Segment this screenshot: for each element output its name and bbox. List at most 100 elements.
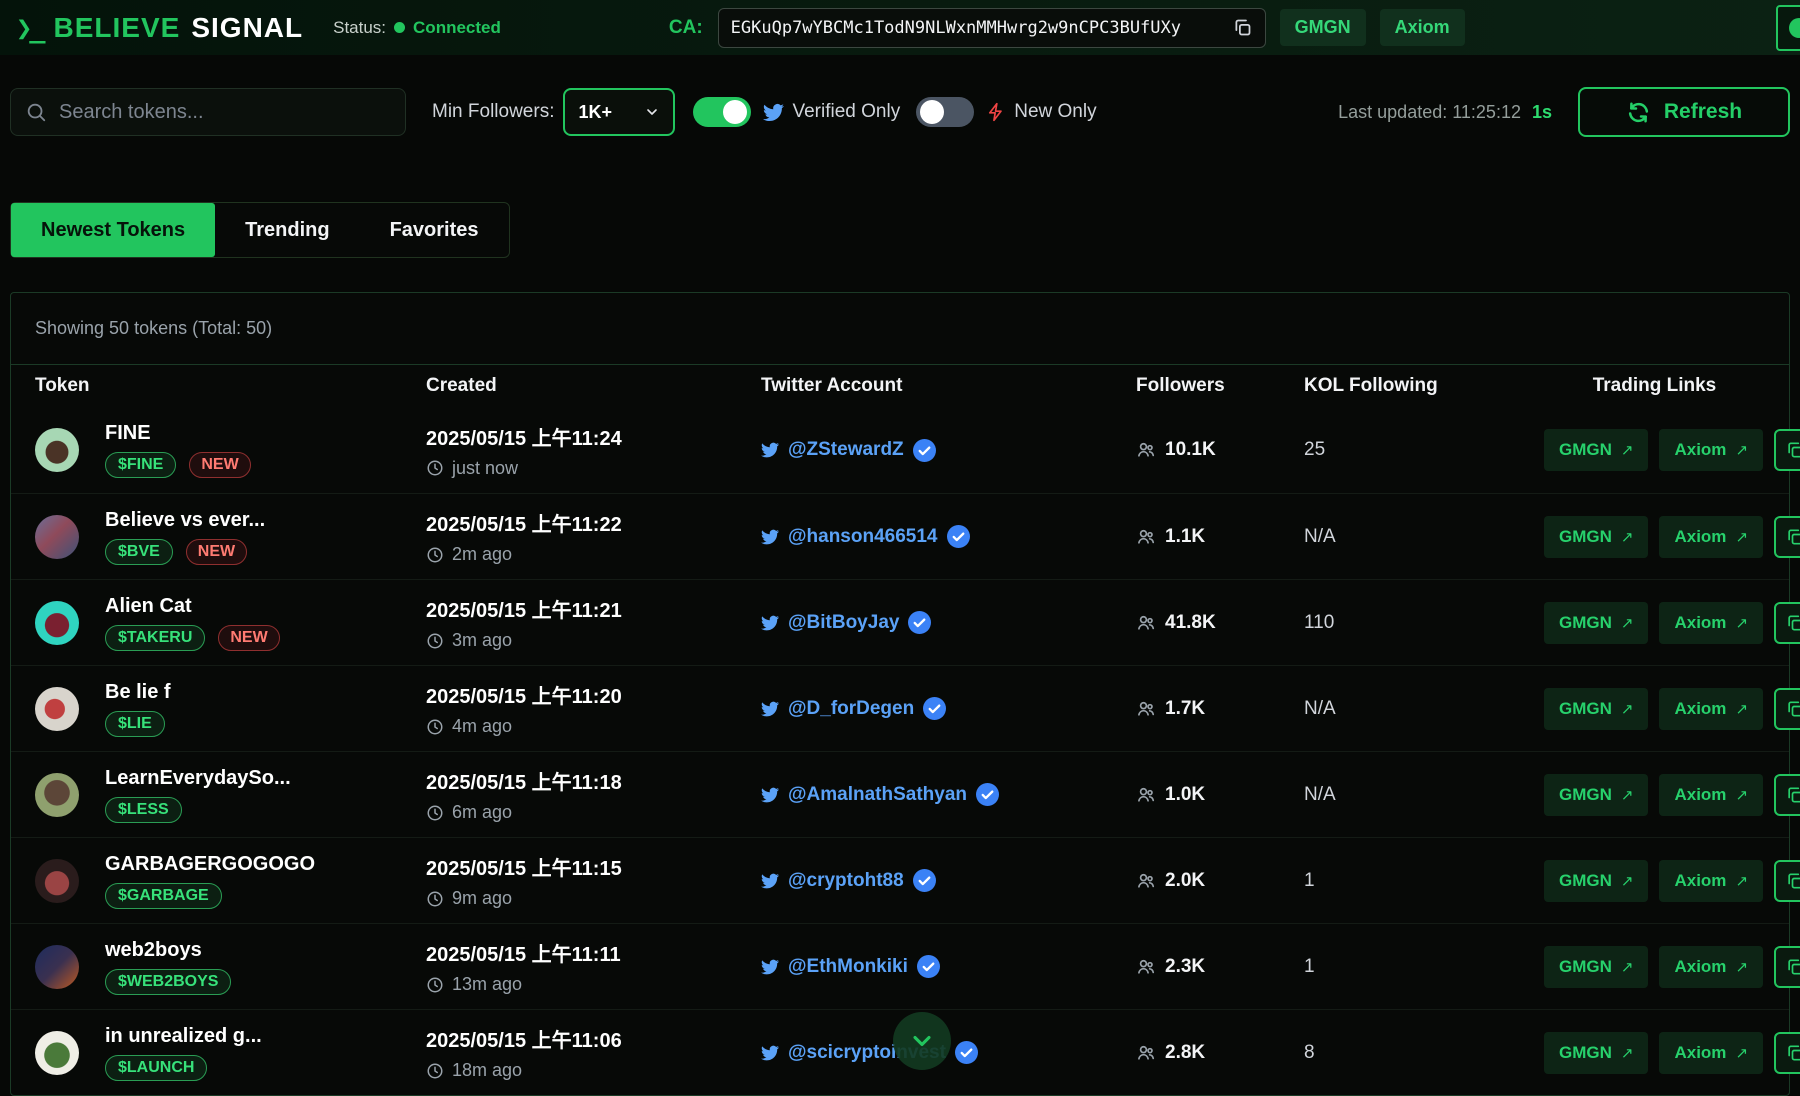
axiom-link-button[interactable]: Axiom ↗	[1659, 516, 1763, 558]
new-only-label: New Only	[1014, 101, 1096, 123]
clock-icon	[426, 718, 444, 736]
copy-contract-button[interactable]	[1774, 946, 1800, 988]
twitter-handle-link[interactable]: @ZStewardZ	[788, 439, 904, 461]
search-box[interactable]	[10, 88, 406, 136]
followers-cell: 2.0K	[1136, 870, 1304, 892]
ticker-badge: $GARBAGE	[105, 883, 222, 909]
trading-links-cell: GMGN ↗ Axiom ↗	[1544, 860, 1800, 902]
created-date: 2025/05/15 上午11:20	[426, 680, 761, 709]
search-input[interactable]	[59, 101, 391, 124]
table-row[interactable]: FINE $FINE NEW 2025/05/15 上午11:24 just n…	[11, 407, 1789, 493]
top-bar: ❯_ BELIEVE SIGNAL Status: Connected CA: …	[0, 0, 1800, 55]
copy-contract-button[interactable]	[1774, 688, 1800, 730]
table-row[interactable]: Believe vs ever... $BVE NEW 2025/05/15 上…	[11, 493, 1789, 579]
axiom-link-button[interactable]: Axiom ↗	[1659, 688, 1763, 730]
external-link-icon: ↗	[1621, 700, 1634, 718]
tab-favorites[interactable]: Favorites	[360, 203, 509, 257]
twitter-handle-link[interactable]: @AmalnathSathyan	[788, 784, 967, 806]
twitter-handle-link[interactable]: @hanson466514	[788, 526, 938, 548]
gmgn-link-label: GMGN	[1559, 440, 1612, 460]
followers-count: 41.8K	[1165, 612, 1216, 634]
followers-cell: 1.0K	[1136, 784, 1304, 806]
table-row[interactable]: Alien Cat $TAKERU NEW 2025/05/15 上午11:21…	[11, 579, 1789, 665]
gmgn-link-button[interactable]: GMGN ↗	[1544, 860, 1648, 902]
table-row[interactable]: web2boys $WEB2BOYS 2025/05/15 上午11:11 13…	[11, 923, 1789, 1009]
gmgn-link-button[interactable]: GMGN ↗	[1544, 1032, 1648, 1074]
created-date: 2025/05/15 上午11:24	[426, 422, 761, 451]
copy-contract-button[interactable]	[1774, 429, 1800, 471]
copy-contract-button[interactable]	[1774, 1032, 1800, 1074]
followers-count: 2.8K	[1165, 1042, 1205, 1064]
trading-links-cell: GMGN ↗ Axiom ↗	[1544, 774, 1800, 816]
axiom-link-label: Axiom	[1674, 527, 1726, 547]
gmgn-link-button[interactable]: GMGN ↗	[1544, 688, 1648, 730]
verified-badge-icon	[908, 611, 931, 634]
created-relative-time: 3m ago	[452, 630, 512, 651]
gmgn-link-label: GMGN	[1559, 785, 1612, 805]
table-row[interactable]: Be lie f $LIE 2025/05/15 上午11:20 4m ago …	[11, 665, 1789, 751]
header-corner-button[interactable]	[1776, 5, 1800, 51]
token-cell: web2boys $WEB2BOYS	[35, 939, 426, 995]
ticker-badge: $LAUNCH	[105, 1055, 207, 1081]
twitter-handle-link[interactable]: @BitBoyJay	[788, 612, 899, 634]
kol-following-count: 1	[1304, 956, 1544, 978]
followers-count: 1.1K	[1165, 526, 1205, 548]
table-row[interactable]: GARBAGERGOGOGO $GARBAGE 2025/05/15 上午11:…	[11, 837, 1789, 923]
axiom-link-button[interactable]: Axiom ↗	[1659, 1032, 1763, 1074]
external-link-icon: ↗	[1735, 528, 1748, 546]
col-header-twitter: Twitter Account	[761, 375, 1136, 397]
min-followers-select[interactable]: 1K+	[563, 88, 675, 136]
gmgn-link-button[interactable]: GMGN ↗	[1544, 516, 1648, 558]
header-axiom-button[interactable]: Axiom	[1380, 9, 1465, 46]
axiom-link-button[interactable]: Axiom ↗	[1659, 946, 1763, 988]
view-tabs: Newest Tokens Trending Favorites	[10, 202, 510, 258]
twitter-handle-link[interactable]: @cryptoht88	[788, 870, 904, 892]
new-only-toggle[interactable]	[916, 97, 974, 127]
external-link-icon: ↗	[1735, 614, 1748, 632]
created-relative-time: just now	[452, 458, 518, 479]
axiom-link-button[interactable]: Axiom ↗	[1659, 602, 1763, 644]
copy-contract-button[interactable]	[1774, 516, 1800, 558]
twitter-handle-link[interactable]: @EthMonkiki	[788, 956, 908, 978]
axiom-link-button[interactable]: Axiom ↗	[1659, 774, 1763, 816]
header-gmgn-button[interactable]: GMGN	[1280, 9, 1366, 46]
gmgn-link-button[interactable]: GMGN ↗	[1544, 429, 1648, 471]
copy-contract-button[interactable]	[1774, 602, 1800, 644]
twitter-handle-link[interactable]: @D_forDegen	[788, 698, 914, 720]
external-link-icon: ↗	[1621, 1044, 1634, 1062]
created-relative-time: 4m ago	[452, 716, 512, 737]
twitter-icon	[761, 528, 779, 546]
clock-icon	[426, 804, 444, 822]
ticker-badge: $BVE	[105, 539, 173, 565]
axiom-link-button[interactable]: Axiom ↗	[1659, 860, 1763, 902]
verified-only-toggle[interactable]	[693, 97, 751, 127]
copy-contract-button[interactable]	[1774, 774, 1800, 816]
refresh-countdown: 1s	[1532, 102, 1552, 123]
copy-contract-button[interactable]	[1774, 860, 1800, 902]
refresh-group: Last updated: 11:25:12 1s Refresh	[1338, 87, 1790, 137]
status-value: Connected	[413, 18, 501, 38]
axiom-link-label: Axiom	[1674, 613, 1726, 633]
clock-icon	[426, 1062, 444, 1080]
copy-icon	[1785, 440, 1800, 460]
trading-links-cell: GMGN ↗ Axiom ↗	[1544, 516, 1800, 558]
gmgn-link-button[interactable]: GMGN ↗	[1544, 602, 1648, 644]
twitter-icon	[761, 958, 779, 976]
copy-icon[interactable]	[1232, 17, 1253, 38]
kol-following-count: N/A	[1304, 698, 1544, 720]
table-row[interactable]: LearnEverydaySo... $LESS 2025/05/15 上午11…	[11, 751, 1789, 837]
toggle-knob	[920, 100, 944, 124]
refresh-button[interactable]: Refresh	[1578, 87, 1790, 137]
ca-input[interactable]: EGKuQp7wYBCMc1TodN9NLWxnMMHwrg2w9nCPC3BU…	[718, 8, 1266, 48]
tab-newest-tokens[interactable]: Newest Tokens	[11, 203, 215, 257]
scroll-down-button[interactable]	[893, 1012, 951, 1070]
created-cell: 2025/05/15 上午11:22 2m ago	[426, 508, 761, 565]
gmgn-link-button[interactable]: GMGN ↗	[1544, 946, 1648, 988]
external-link-icon: ↗	[1735, 441, 1748, 459]
tab-trending[interactable]: Trending	[215, 203, 359, 257]
external-link-icon: ↗	[1735, 786, 1748, 804]
gmgn-link-button[interactable]: GMGN ↗	[1544, 774, 1648, 816]
axiom-link-button[interactable]: Axiom ↗	[1659, 429, 1763, 471]
followers-icon	[1136, 957, 1156, 977]
token-count-summary: Showing 50 tokens (Total: 50)	[11, 293, 1789, 365]
